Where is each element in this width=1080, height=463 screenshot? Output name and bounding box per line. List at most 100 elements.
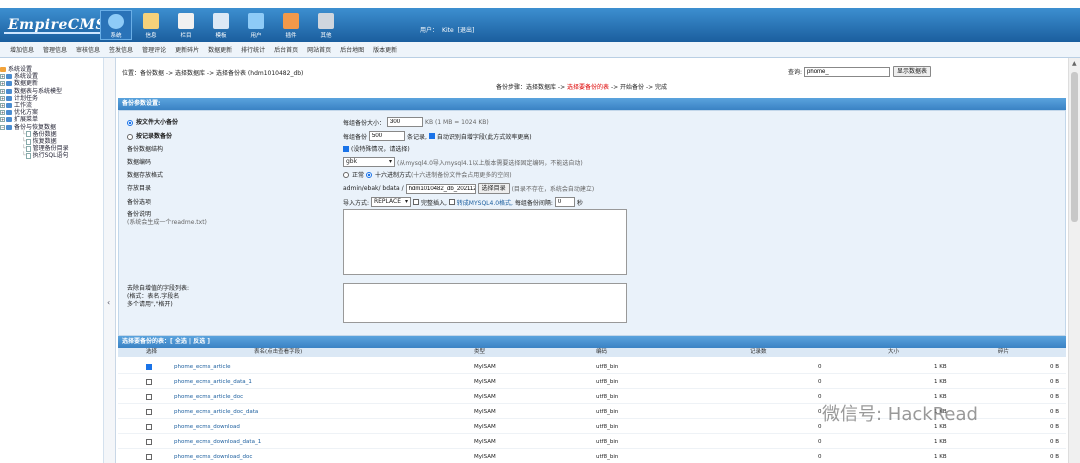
readme-textarea[interactable] (343, 209, 627, 275)
table-size: 1 KB (934, 379, 947, 385)
row-select[interactable] (146, 394, 154, 401)
compat-checkbox[interactable] (448, 199, 455, 205)
table-frag: 0 B (1050, 409, 1060, 415)
table-name-link[interactable]: phome_ecms_article (174, 360, 230, 374)
row-checkbox[interactable] (146, 394, 152, 400)
sidebar-toggle[interactable]: ‹ (104, 58, 116, 463)
encoding-note: (从mysql4.0导入mysql4.1以上版本需要选择固定编码，不能选自动) (397, 159, 583, 167)
table-name-link[interactable]: phome_ecms_download_doc (174, 450, 252, 463)
row-checkbox[interactable] (146, 454, 152, 460)
expand-icon[interactable]: + (0, 103, 5, 109)
import-select[interactable]: REPLACE ▾ (370, 197, 411, 207)
table-encoding: utf8_bin (596, 439, 619, 445)
table-name-link[interactable]: phome_ecms_article_data_1 (174, 375, 252, 389)
submenu-item[interactable]: 后台地图 (340, 45, 364, 54)
submenu-item[interactable]: 审核信息 (76, 45, 100, 54)
opt-size-radio[interactable] (127, 119, 133, 126)
full-insert-checkbox[interactable] (412, 199, 419, 205)
dir-note: (目录不存在，系统会自动建立) (511, 186, 595, 193)
row-checkbox[interactable] (146, 424, 152, 430)
record-count-input[interactable] (369, 131, 406, 141)
submenu-item[interactable]: 管理评论 (142, 45, 166, 54)
row-select[interactable] (146, 409, 154, 416)
store-hex-radio[interactable] (365, 171, 372, 178)
nav-gear[interactable]: 其他 (310, 10, 342, 40)
top-nav: 系统 信息 栏目 模板 用户 插件 其他 (100, 10, 345, 42)
table-name-link[interactable]: phome_ecms_article_doc_data (174, 405, 258, 419)
search-input[interactable] (804, 66, 891, 77)
nav-globe[interactable]: 系统 (100, 10, 132, 40)
row-select[interactable] (146, 364, 154, 371)
sidebar-subitem[interactable]: └ 备份数据 (0, 131, 103, 138)
row-checkbox[interactable] (146, 439, 152, 445)
collapse-arrow-icon[interactable]: ‹ (107, 298, 110, 307)
store-normal-radio[interactable] (343, 171, 349, 178)
sidebar-item[interactable]: − 备份与恢复数据 (0, 124, 103, 131)
group-size-input[interactable] (387, 117, 424, 127)
table-frag: 0 B (1050, 454, 1060, 460)
opt-count-radio[interactable] (127, 133, 133, 140)
nav-label: 插件 (285, 33, 297, 39)
submenu-item[interactable]: 管理信息 (43, 45, 67, 54)
submenu-item[interactable]: 数据更新 (208, 45, 232, 54)
opt-count-unit: 条记录, (407, 133, 427, 141)
nav-template[interactable]: 模板 (205, 10, 237, 40)
expand-icon[interactable]: + (0, 74, 5, 80)
row-select[interactable] (146, 439, 154, 446)
expand-icon[interactable]: + (0, 95, 5, 101)
row-checkbox[interactable] (146, 409, 152, 415)
table-header: 选择 表名(点击查看字段) 类型 编码 记录数 大小 碎片 (118, 348, 1066, 357)
submenu-item[interactable]: 签发信息 (109, 45, 133, 54)
submenu-item[interactable]: 增加信息 (10, 45, 34, 54)
row-select[interactable] (146, 454, 154, 461)
expand-icon[interactable]: + (0, 81, 5, 87)
nav-edit[interactable]: 信息 (135, 10, 167, 40)
folder-icon (6, 88, 12, 94)
submenu-item[interactable]: 后台首页 (274, 45, 298, 54)
expand-icon[interactable]: + (0, 117, 5, 123)
sidebar-item[interactable]: + 扩展菜单 (0, 116, 103, 123)
struct-checkbox[interactable] (343, 145, 349, 152)
dir-input[interactable] (405, 183, 476, 194)
submenu-item[interactable]: 排行统计 (241, 45, 265, 54)
steps-suffix: -> 开始备份 -> 完成 (609, 84, 668, 91)
table-name-link[interactable]: phome_ecms_download (174, 420, 240, 434)
search-label: 查询: (788, 69, 803, 76)
encoding-select[interactable]: gbk ▾ (343, 157, 395, 167)
choose-dir-button[interactable]: 选择目录 (477, 183, 510, 194)
sidebar-item[interactable]: + 计划任务 (0, 95, 103, 102)
submenu-item[interactable]: 版本更新 (373, 45, 397, 54)
sidebar-subitem[interactable]: └ 执行SQL语句 (0, 152, 103, 159)
scroll-up-icon[interactable]: ▲ (1072, 60, 1077, 67)
import-selected: REPLACE (373, 198, 401, 205)
table-name-link[interactable]: phome_ecms_article_doc (174, 390, 243, 404)
scroll-thumb[interactable] (1071, 72, 1078, 222)
readme-note: (系统会生成一个readme.txt) (127, 219, 207, 226)
table-row: phome_ecms_article MyISAM utf8_bin 0 1 KB 0 B (118, 360, 1066, 374)
sidebar-item[interactable]: + 数据更新 (0, 80, 103, 87)
scrollbar[interactable]: ▲ (1068, 58, 1080, 463)
interval-unit: 秒 (576, 199, 583, 207)
exclude-textarea[interactable] (343, 283, 627, 323)
table-name-link[interactable]: phome_ecms_download_data_1 (174, 435, 261, 449)
sidebar-item[interactable]: + 数据表与系统模型 (0, 88, 103, 95)
submenu-item[interactable]: 网站首页 (307, 45, 331, 54)
table-encoding: utf8_bin (596, 424, 619, 430)
nav-folder[interactable]: 栏目 (170, 10, 202, 40)
row-checkbox[interactable] (146, 379, 152, 385)
expand-icon[interactable]: + (0, 110, 5, 116)
nav-plugin[interactable]: 插件 (275, 10, 307, 40)
auto-detect-checkbox[interactable] (428, 133, 435, 139)
submenu-item[interactable]: 更新碎片 (175, 45, 199, 54)
row-select[interactable] (146, 379, 154, 386)
column-header: 碎片 (998, 349, 1010, 355)
interval-input[interactable] (554, 197, 575, 207)
sidebar-tree: 系统设置 + 系统设置 + 数据更新 + 数据表与系统模型 + 计划任务 + 工作流 + 优化方案 + 扩展… (0, 66, 103, 160)
expand-icon[interactable]: − (0, 124, 5, 130)
show-tables-button[interactable]: 显示数据表 (893, 66, 932, 77)
nav-user[interactable]: 用户 (240, 10, 272, 40)
logout-link[interactable]: [退出] (458, 27, 475, 34)
expand-icon[interactable]: + (0, 88, 5, 94)
row-select[interactable] (146, 424, 154, 431)
row-checkbox[interactable] (146, 364, 152, 370)
